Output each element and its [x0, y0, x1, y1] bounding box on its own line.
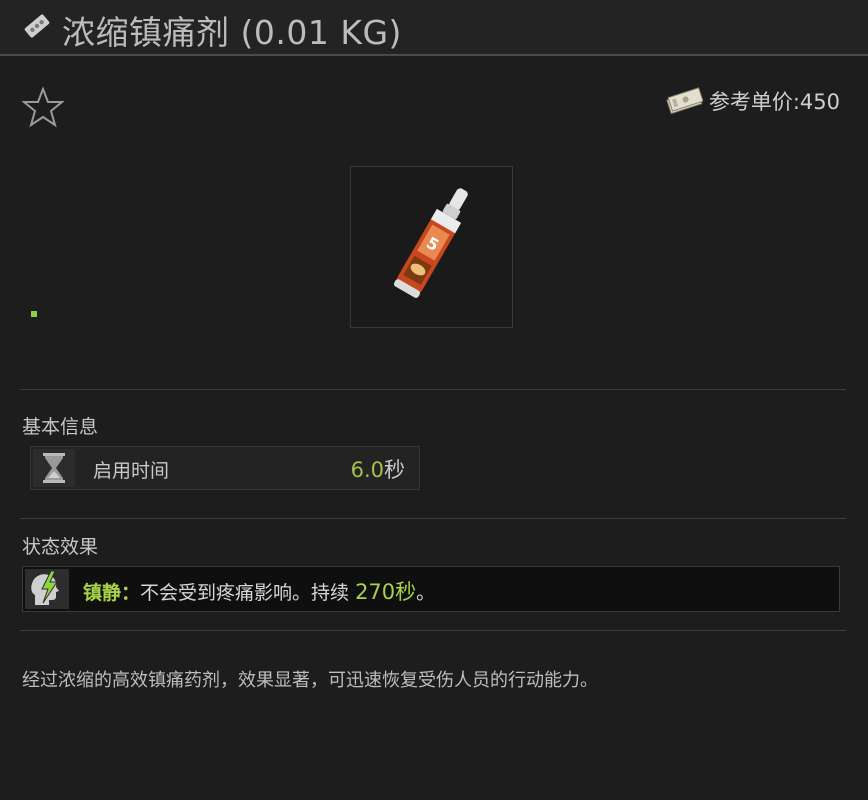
use-time-number: 6.0: [350, 458, 384, 482]
divider: [20, 518, 846, 519]
use-time-row: 启用时间 6.0秒: [30, 446, 420, 490]
effect-duration: 270秒: [355, 580, 417, 604]
star-outline-icon[interactable]: [22, 86, 64, 128]
use-time-label: 启用时间: [93, 460, 170, 482]
divider: [20, 630, 846, 631]
effect-suffix: 。: [416, 582, 436, 604]
divider: [20, 389, 846, 390]
cash-bundle-icon: [666, 87, 703, 115]
effect-description: 不会受到疼痛影响。持续: [140, 582, 356, 604]
effect-text: 镇静：不会受到疼痛影响。持续 270秒。: [83, 576, 435, 606]
item-image-frame: 5: [350, 166, 513, 328]
status-effects-heading: 状态效果: [22, 536, 99, 558]
item-description: 经过浓缩的高效镇痛药剂，效果显著，可迅速恢复受伤人员的行动能力。: [22, 670, 598, 691]
head-lightning-icon: [25, 569, 69, 609]
title-bar: 浓缩镇痛剂 (0.01 KG): [0, 0, 868, 56]
effect-name: 镇静：: [83, 582, 141, 604]
item-inspect-panel: 浓缩镇痛剂 (0.01 KG) 参考单价:450 5 基本信息 启用时间 6.0…: [0, 0, 868, 800]
item-title: 浓缩镇痛剂 (0.01 KG): [62, 13, 402, 52]
basic-info-heading: 基本信息: [22, 416, 99, 438]
pill-blister-icon: [24, 14, 50, 38]
use-time-unit: 秒: [384, 458, 405, 482]
status-indicator: [31, 311, 37, 317]
price-label: 参考单价:450: [708, 90, 840, 114]
use-time-value: 6.0秒: [351, 454, 405, 484]
painkiller-tube-icon: 5: [393, 188, 468, 298]
hourglass-icon: [33, 449, 75, 487]
reference-price: 参考单价:450: [665, 86, 840, 116]
effect-row-sedation: 镇静：不会受到疼痛影响。持续 270秒。: [22, 566, 840, 612]
